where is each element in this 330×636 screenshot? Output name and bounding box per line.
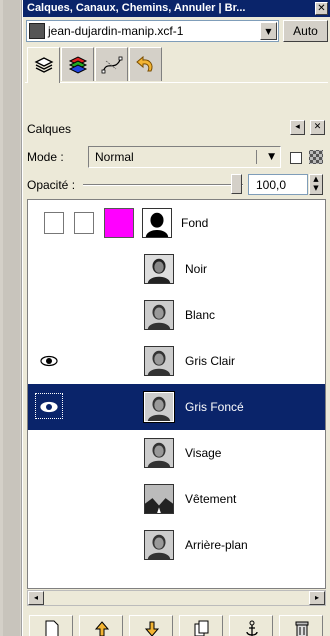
delete-layer-button[interactable] [279,615,323,636]
transparency-icon [309,150,323,164]
image-thumbnail-icon [29,23,45,39]
mode-value: Normal [95,150,134,164]
opacity-value: 100,0 [256,178,287,192]
layer-row[interactable]: Noir [28,246,325,292]
chain-toggle[interactable] [74,212,94,234]
raise-layer-icon [94,621,110,636]
close-icon[interactable]: ✕ [315,2,328,15]
layer-thumbnail [144,484,174,514]
layer-thumbnail [144,300,174,330]
opacity-label: Opacité : [27,178,76,192]
opacity-spin-buttons[interactable]: ▲ ▼ [309,174,323,195]
chevron-down-icon[interactable]: ▼ [260,22,277,40]
layers-icon [34,57,54,73]
dock-titlebar[interactable]: Calques, Canaux, Chemins, Annuler | Br..… [23,0,330,17]
duplicate-layer-icon [194,620,209,636]
image-combo-value: jean-dujardin-manip.xcf-1 [48,24,184,38]
image-selector-row: jean-dujardin-manip.xcf-1 ▼ Auto [23,19,330,43]
layer-name: Gris Foncé [185,400,244,414]
tab-undo[interactable] [129,47,162,81]
dock-title-label: Calques [27,122,72,136]
tab-layers[interactable] [27,47,60,83]
tab-menu-icon[interactable]: ◂ [290,120,305,135]
opacity-slider-handle[interactable] [231,174,242,194]
layer-name: Visage [185,446,222,460]
layer-row[interactable]: Vêtement [28,476,325,522]
layer-name: Blanc [185,308,216,322]
horizontal-scrollbar[interactable]: ◂ ▸ [27,590,326,606]
layer-name: Vêtement [185,492,237,506]
dock-title: Calques, Canaux, Chemins, Annuler | Br..… [27,2,246,14]
layer-row[interactable]: Visage [28,430,325,476]
undo-icon [136,55,153,72]
layer-thumbnail [144,530,174,560]
layer-mask-thumbnail [142,208,172,238]
tab-channels[interactable] [61,47,94,81]
layer-thumbnail [144,438,174,468]
layer-thumbnail [144,254,174,284]
anchor-layer-button[interactable] [229,615,273,636]
layer-thumbnail [143,391,175,423]
layer-row[interactable]: Arrière-plan [28,522,325,568]
layer-thumbnail [104,208,134,238]
layer-thumbnail [144,346,174,376]
layer-row-selected[interactable]: Gris Foncé [28,384,325,430]
opacity-row: Opacité : 100,0 ▲ ▼ [23,173,330,197]
mode-label: Mode : [27,150,64,164]
dock-header: Calques ◂ ✕ [23,119,330,137]
mode-row: Mode : Normal ▼ [23,146,330,170]
eye-icon[interactable] [39,351,59,371]
layer-name: Arrière-plan [185,538,248,552]
channels-icon [68,56,88,74]
lower-layer-icon [144,621,160,636]
lower-layer-button[interactable] [129,615,173,636]
trash-icon [295,621,309,636]
mode-select[interactable]: Normal ▼ [88,146,281,168]
layer-row[interactable]: Fond [28,200,325,246]
scroll-right-icon[interactable]: ▸ [309,591,325,605]
layers-toolbar [27,613,326,636]
visibility-toggle[interactable] [44,212,64,234]
scroll-left-icon[interactable]: ◂ [28,591,44,605]
opacity-slider-track[interactable] [83,184,243,186]
close-tab-icon[interactable]: ✕ [310,120,325,135]
duplicate-layer-button[interactable] [179,615,223,636]
layer-name: Noir [185,262,208,276]
anchor-layer-icon [246,620,258,636]
layer-name: Gris Clair [185,354,235,368]
paths-icon [101,56,123,74]
raise-layer-button[interactable] [79,615,123,636]
tab-paths[interactable] [95,47,128,81]
new-layer-icon [45,620,59,636]
keep-transparency-checkbox[interactable] [290,152,302,164]
auto-button[interactable]: Auto [283,20,328,42]
opacity-spinbox[interactable]: 100,0 [248,174,308,195]
layers-dialog: Calques, Canaux, Chemins, Annuler | Br..… [23,0,330,636]
image-combo[interactable]: jean-dujardin-manip.xcf-1 ▼ [26,20,279,42]
layer-row[interactable]: Gris Clair [28,338,325,384]
layer-row[interactable]: Blanc [28,292,325,338]
layers-list: Fond Noir Blanc Gris Clair Gris Foncé Vi… [27,199,326,589]
chevron-down-icon: ▼ [268,152,275,162]
left-strip [0,0,22,636]
eye-icon[interactable] [39,397,59,417]
layer-name: Fond [181,216,209,230]
new-layer-button[interactable] [29,615,73,636]
